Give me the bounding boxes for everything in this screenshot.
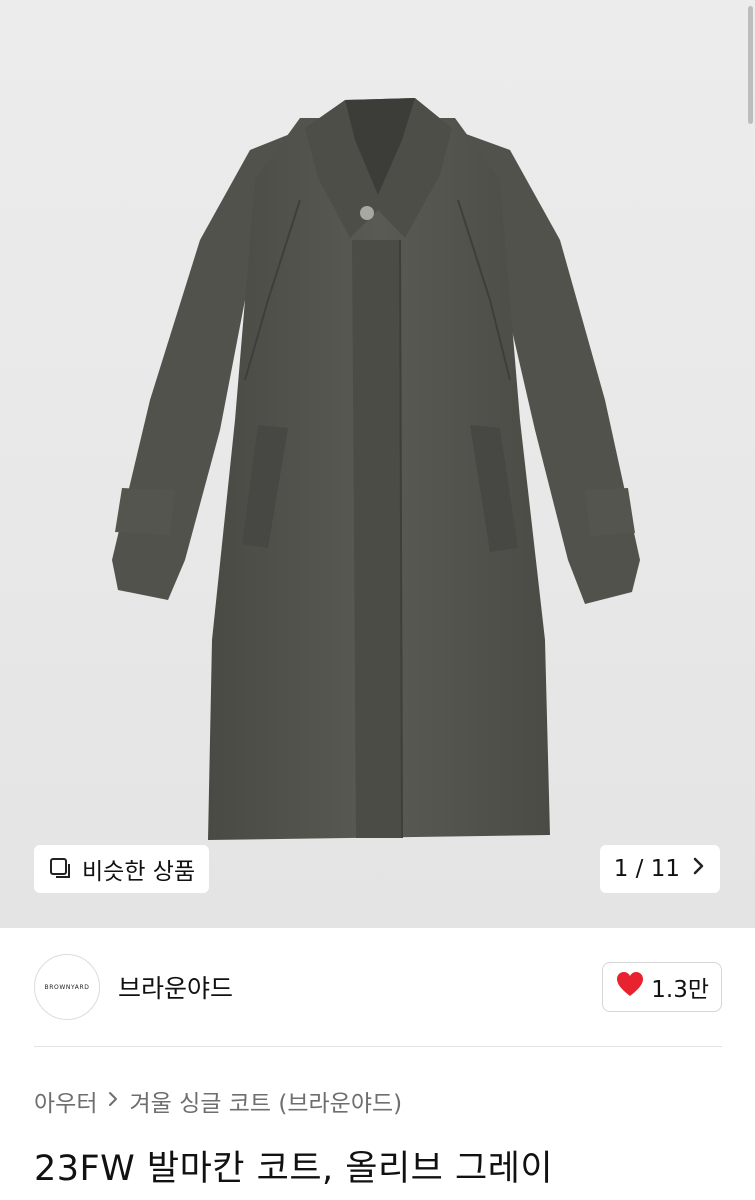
scrollbar[interactable] [748, 6, 753, 124]
heart-icon [615, 970, 645, 1004]
shop-logo-text: BROWNYARD [44, 983, 90, 991]
similar-products-button[interactable]: 비슷한 상품 [34, 845, 210, 893]
chevron-right-icon [107, 1089, 119, 1114]
pager-total: 11 [650, 856, 680, 882]
image-pager[interactable]: 1 / 11 [599, 845, 720, 893]
product-title: 23FW 발마칸 코트, 올리브 그레이 [34, 1149, 554, 1189]
shop-logo[interactable]: BROWNYARD [34, 954, 100, 1020]
divider [34, 1046, 722, 1047]
product-image-gallery[interactable]: 비슷한 상품 1 / 11 [0, 0, 755, 928]
breadcrumb-category[interactable]: 아우터 [34, 1084, 97, 1118]
shop-name[interactable]: 브라운야드 [118, 969, 233, 1005]
similar-products-label: 비슷한 상품 [82, 859, 196, 885]
shop-info-row: BROWNYARD 브라운야드 1.3만 [34, 954, 722, 1020]
pager-current: 1 [613, 856, 629, 882]
pager-separator: / [635, 856, 644, 882]
chevron-right-icon[interactable] [692, 856, 706, 882]
pager-text: 1 / 11 [614, 856, 680, 882]
product-photo [112, 98, 640, 840]
breadcrumb: 아우터 겨울 싱글 코트 (브라운야드) [34, 1084, 402, 1118]
breadcrumb-subcategory[interactable]: 겨울 싱글 코트 (브라운야드) [129, 1084, 402, 1118]
copy-icon [48, 856, 74, 882]
like-button[interactable]: 1.3만 [602, 962, 722, 1012]
like-count: 1.3만 [651, 977, 709, 1003]
